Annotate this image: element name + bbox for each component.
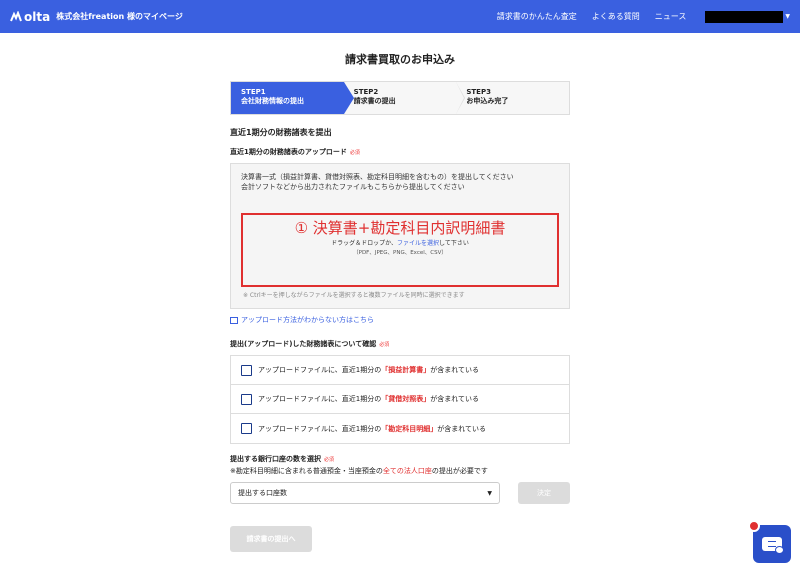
- notification-badge: [748, 520, 760, 532]
- annotation-text: ① 決算書+勘定科目内訳明細書: [294, 219, 506, 237]
- step-label: 請求書の提出: [353, 97, 396, 105]
- step-label: 会社財務情報の提出: [241, 97, 304, 105]
- upload-note: ※ Ctrlキーを押しながらファイルを選択すると複数ファイルを同時に選択できます: [243, 292, 465, 299]
- help-link-text: アップロード方法がわからない方はこちら: [241, 316, 374, 324]
- step-1: STEP1 会社財務情報の提出: [231, 82, 354, 114]
- checkbox[interactable]: [241, 393, 252, 405]
- step-number: STEP2: [353, 88, 379, 96]
- logo-text: olta: [24, 9, 51, 24]
- checklist-item-bs[interactable]: アップロードファイルに、直近1期分の 「貸借対照表」 が含まれている: [231, 385, 569, 414]
- upload-description-2: 会計ソフトなどから出力されたファイルもこちらから提出してください: [241, 183, 465, 191]
- confirm-title: 提出(アップロード)した財務諸表について確認 必須: [230, 339, 570, 349]
- accepted-formats: （PDF、JPEG、PNG、Excel、CSV）: [353, 250, 447, 256]
- select-value: 提出する口座数: [238, 489, 287, 497]
- bank-note-suffix: の提出が必要です: [431, 467, 488, 475]
- stepper: STEP1 会社財務情報の提出 STEP2 請求書の提出 STEP3 お申込み完…: [230, 81, 570, 115]
- olta-logo[interactable]: olta: [10, 10, 50, 24]
- chevron-down-icon: ▼: [487, 489, 492, 497]
- main-content: 請求書買取のお申込み STEP1 会社財務情報の提出 STEP2 請求書の提出 …: [230, 33, 570, 552]
- chevron-down-icon: ▼: [785, 13, 790, 20]
- checklist-item-pl[interactable]: アップロードファイルに、直近1期分の 「損益計算書」 が含まれている: [231, 356, 569, 385]
- window-icon: [230, 316, 238, 324]
- bank-title-text: 提出する銀行口座の数を選択: [230, 455, 321, 463]
- check-highlight: 「勘定科目明細」: [381, 424, 438, 433]
- account-count-select[interactable]: 提出する口座数 ▼: [230, 482, 500, 504]
- drop-suffix: して下さい: [439, 240, 469, 247]
- drop-instructions: ドラッグ＆ドロップか、ファイルを選択して下さい: [243, 238, 557, 247]
- drop-prefix: ドラッグ＆ドロップか、: [331, 240, 398, 247]
- bank-select-row: 提出する口座数 ▼ 決定: [230, 482, 570, 504]
- required-badge: 必須: [324, 457, 335, 463]
- step-label: お申込み完了: [466, 97, 509, 105]
- check-highlight: 「貸借対照表」: [381, 395, 431, 403]
- select-file-link[interactable]: ファイルを選択: [397, 240, 439, 247]
- confirm-title-text: 提出(アップロード)した財務諸表について確認: [230, 340, 377, 348]
- checkbox[interactable]: [241, 423, 252, 434]
- upload-box: 決算書一式（損益計算書、貸借対照表、勘定科目明細を含むもの）を提出してください …: [230, 163, 570, 309]
- step-2: STEP2 請求書の提出: [343, 82, 465, 114]
- file-drop-area[interactable]: ① 決算書+勘定科目内訳明細書 ドラッグ＆ドロップか、ファイルを選択して下さい …: [241, 213, 559, 287]
- nav-news[interactable]: ニュース: [655, 11, 687, 22]
- step-number: STEP3: [466, 88, 491, 96]
- bank-note: ※勘定科目明細に含まれる普通預金・当座預金の全ての法人口座の提出が必要です: [230, 466, 570, 476]
- required-badge: 必須: [349, 150, 360, 156]
- page-title: 請求書買取のお申込み: [345, 53, 455, 66]
- user-menu[interactable]: ▼: [701, 10, 790, 23]
- upload-title: 直近1期分の財務諸表のアップロード 必須: [230, 147, 570, 157]
- checkbox[interactable]: [241, 364, 252, 376]
- checklist-item-accounts[interactable]: アップロードファイルに、直近1期分の 「勘定科目明細」 が含まれている: [231, 414, 569, 443]
- upload-title-text: 直近1期分の財務諸表のアップロード: [230, 148, 347, 156]
- bank-note-prefix: ※勘定科目明細に含まれる普通預金・当座預金の: [230, 467, 383, 475]
- nav-faq[interactable]: よくある質問: [592, 11, 640, 22]
- company-name: 株式会社freation 様のマイページ: [56, 12, 183, 21]
- bank-note-highlight: 全ての法人口座: [382, 467, 432, 475]
- check-prefix: アップロードファイルに、直近1期分の: [258, 424, 382, 433]
- upload-help-link[interactable]: アップロード方法がわからない方はこちら: [230, 315, 570, 325]
- check-suffix: が含まれている: [430, 395, 480, 403]
- top-header: olta 株式会社freation 様のマイページ 請求書のかんたん査定 よくあ…: [0, 0, 800, 33]
- user-name-redacted: [705, 10, 784, 23]
- chat-bubble-icon: [775, 546, 784, 554]
- logo-mark-icon: [10, 10, 22, 21]
- decide-button[interactable]: 決定: [518, 482, 570, 504]
- section-title: 直近1期分の財務諸表を提出: [230, 128, 332, 137]
- check-prefix: アップロードファイルに、直近1期分の: [258, 366, 382, 374]
- step-3: STEP3 お申込み完了: [456, 82, 570, 114]
- nav-quick-assessment[interactable]: 請求書のかんたん査定: [497, 11, 577, 22]
- check-highlight: 「損益計算書」: [381, 366, 431, 374]
- upload-description: 決算書一式（損益計算書、貸借対照表、勘定科目明細を含むもの）を提出してください: [241, 173, 514, 181]
- confirm-checklist: アップロードファイルに、直近1期分の 「損益計算書」 が含まれている アップロードフ…: [230, 355, 570, 444]
- check-suffix: が含まれている: [437, 424, 487, 433]
- submit-invoice-button[interactable]: 請求書の提出へ: [230, 526, 312, 552]
- check-prefix: アップロードファイルに、直近1期分の: [258, 395, 382, 403]
- chat-button[interactable]: [748, 520, 791, 563]
- required-badge: 必須: [379, 342, 390, 348]
- bank-title: 提出する銀行口座の数を選択 必須: [230, 454, 570, 464]
- header-nav: 請求書のかんたん査定 よくある質問 ニュース ▼: [497, 10, 790, 23]
- step-number: STEP1: [241, 88, 266, 96]
- check-suffix: が含まれている: [430, 366, 480, 374]
